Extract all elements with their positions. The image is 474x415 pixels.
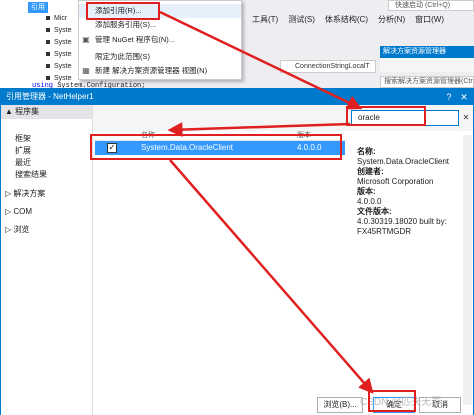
nav-search-results[interactable]: 搜索结果 [15, 169, 47, 180]
tree-item[interactable]: Micr [46, 14, 67, 24]
reference-icon [46, 16, 50, 21]
reference-icon [46, 40, 50, 45]
reference-icon [46, 76, 50, 81]
menu-window[interactable]: 窗口(W) [415, 14, 444, 25]
dialog-title: 引用管理器 - NetHelper1 [1, 89, 473, 105]
creator-label: 创建者: [357, 167, 384, 176]
menu-item-add-service-reference[interactable]: 添加服务引用(S)... [79, 18, 241, 32]
nav-com[interactable]: ▷ COM [5, 206, 32, 217]
help-button[interactable]: ? [443, 90, 455, 104]
tree-references-node[interactable]: 引用 [28, 2, 48, 13]
clear-search-icon[interactable]: ✕ [461, 110, 471, 126]
details-scrollbar[interactable] [463, 135, 472, 405]
annotation-box-search [346, 106, 426, 126]
creator-value: Microsoft Corporation [357, 177, 434, 186]
tree-item[interactable]: Syste [46, 26, 72, 36]
version-value: 4.0.0.0 [357, 197, 382, 206]
close-button[interactable]: ✕ [458, 90, 470, 104]
tree-item[interactable]: Syste [46, 50, 72, 60]
version-label: 版本: [357, 187, 376, 196]
nav-framework[interactable]: 框架 [15, 133, 31, 144]
nav-browse[interactable]: ▷ 浏览 [5, 224, 29, 235]
browse-button[interactable]: 浏览(B)... [317, 397, 363, 413]
nav-assemblies[interactable]: ▲ 程序集 [1, 105, 92, 119]
annotation-box-ok [368, 390, 416, 412]
quick-launch-input[interactable]: 快速启动 (Ctrl+Q) [388, 0, 474, 11]
menu-bar: 工具(T) 测试(S) 体系结构(C) 分析(N) 窗口(W) [238, 10, 474, 28]
annotation-box-row [90, 134, 342, 160]
menu-item-scope-to-this[interactable]: 限定为此范围(S) [79, 50, 241, 64]
menu-tools[interactable]: 工具(T) [252, 14, 278, 25]
vs-toolbar [238, 28, 378, 42]
nav-extensions[interactable]: 扩展 [15, 145, 31, 156]
nuget-icon: ▣ [82, 35, 90, 44]
file-version-value: 4.0.30319.18020 built by: [357, 217, 447, 226]
file-version-label: 文件版本: [357, 207, 392, 216]
connection-combo[interactable]: ConnectionStringLocalT [280, 60, 376, 73]
menu-test[interactable]: 测试(S) [288, 14, 315, 25]
left-nav: ▲ 程序集 框架 扩展 最近 搜索结果 ▷ 解决方案 ▷ COM ▷ 浏览 [1, 105, 93, 415]
new-view-icon: ▦ [82, 66, 90, 75]
tree-item[interactable]: Syste [46, 62, 72, 72]
nav-recent[interactable]: 最近 [15, 157, 31, 168]
menu-item-new-view[interactable]: ▦ 新建 解决方案资源管理器 视图(N) [79, 64, 241, 78]
menu-architecture[interactable]: 体系结构(C) [325, 14, 368, 25]
menu-analyze[interactable]: 分析(N) [378, 14, 405, 25]
menu-item-manage-nuget[interactable]: ▣ 管理 NuGet 程序包(N)... [79, 33, 241, 47]
solution-explorer-toolbar [380, 58, 474, 72]
solution-explorer-search[interactable]: 搜索解决方案资源管理器(Ctrl+;) [380, 76, 474, 88]
annotation-box-add-reference [86, 2, 160, 20]
nav-solution[interactable]: ▷ 解决方案 [5, 188, 45, 199]
reference-icon [46, 64, 50, 69]
file-version-value-2: FX45RTMGDR [357, 227, 412, 236]
assembly-details: 名称: System.Data.OracleClient 创建者: Micros… [357, 147, 473, 237]
details-panel: oracle ✕ 名称: System.Data.OracleClient 创建… [347, 105, 473, 415]
name-label: 名称: [357, 147, 376, 156]
reference-icon [46, 28, 50, 33]
solution-explorer-title: 解决方案资源管理器 [380, 46, 474, 58]
list-toolbar [93, 105, 347, 131]
name-value: System.Data.OracleClient [357, 157, 450, 166]
tree-item[interactable]: Syste [46, 38, 72, 48]
reference-icon [46, 52, 50, 57]
